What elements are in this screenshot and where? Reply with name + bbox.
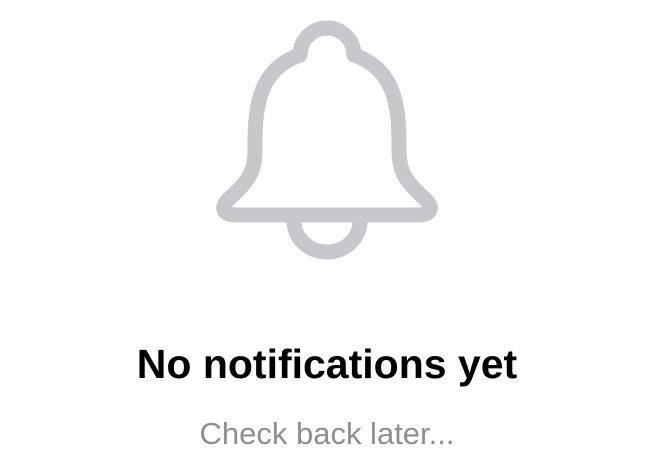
notifications-empty-state: No notifications yet Check back later... [0, 0, 654, 458]
empty-state-title: No notifications yet [136, 341, 518, 387]
bell-icon [216, 20, 438, 260]
empty-state-subtitle: Check back later... [199, 416, 455, 451]
